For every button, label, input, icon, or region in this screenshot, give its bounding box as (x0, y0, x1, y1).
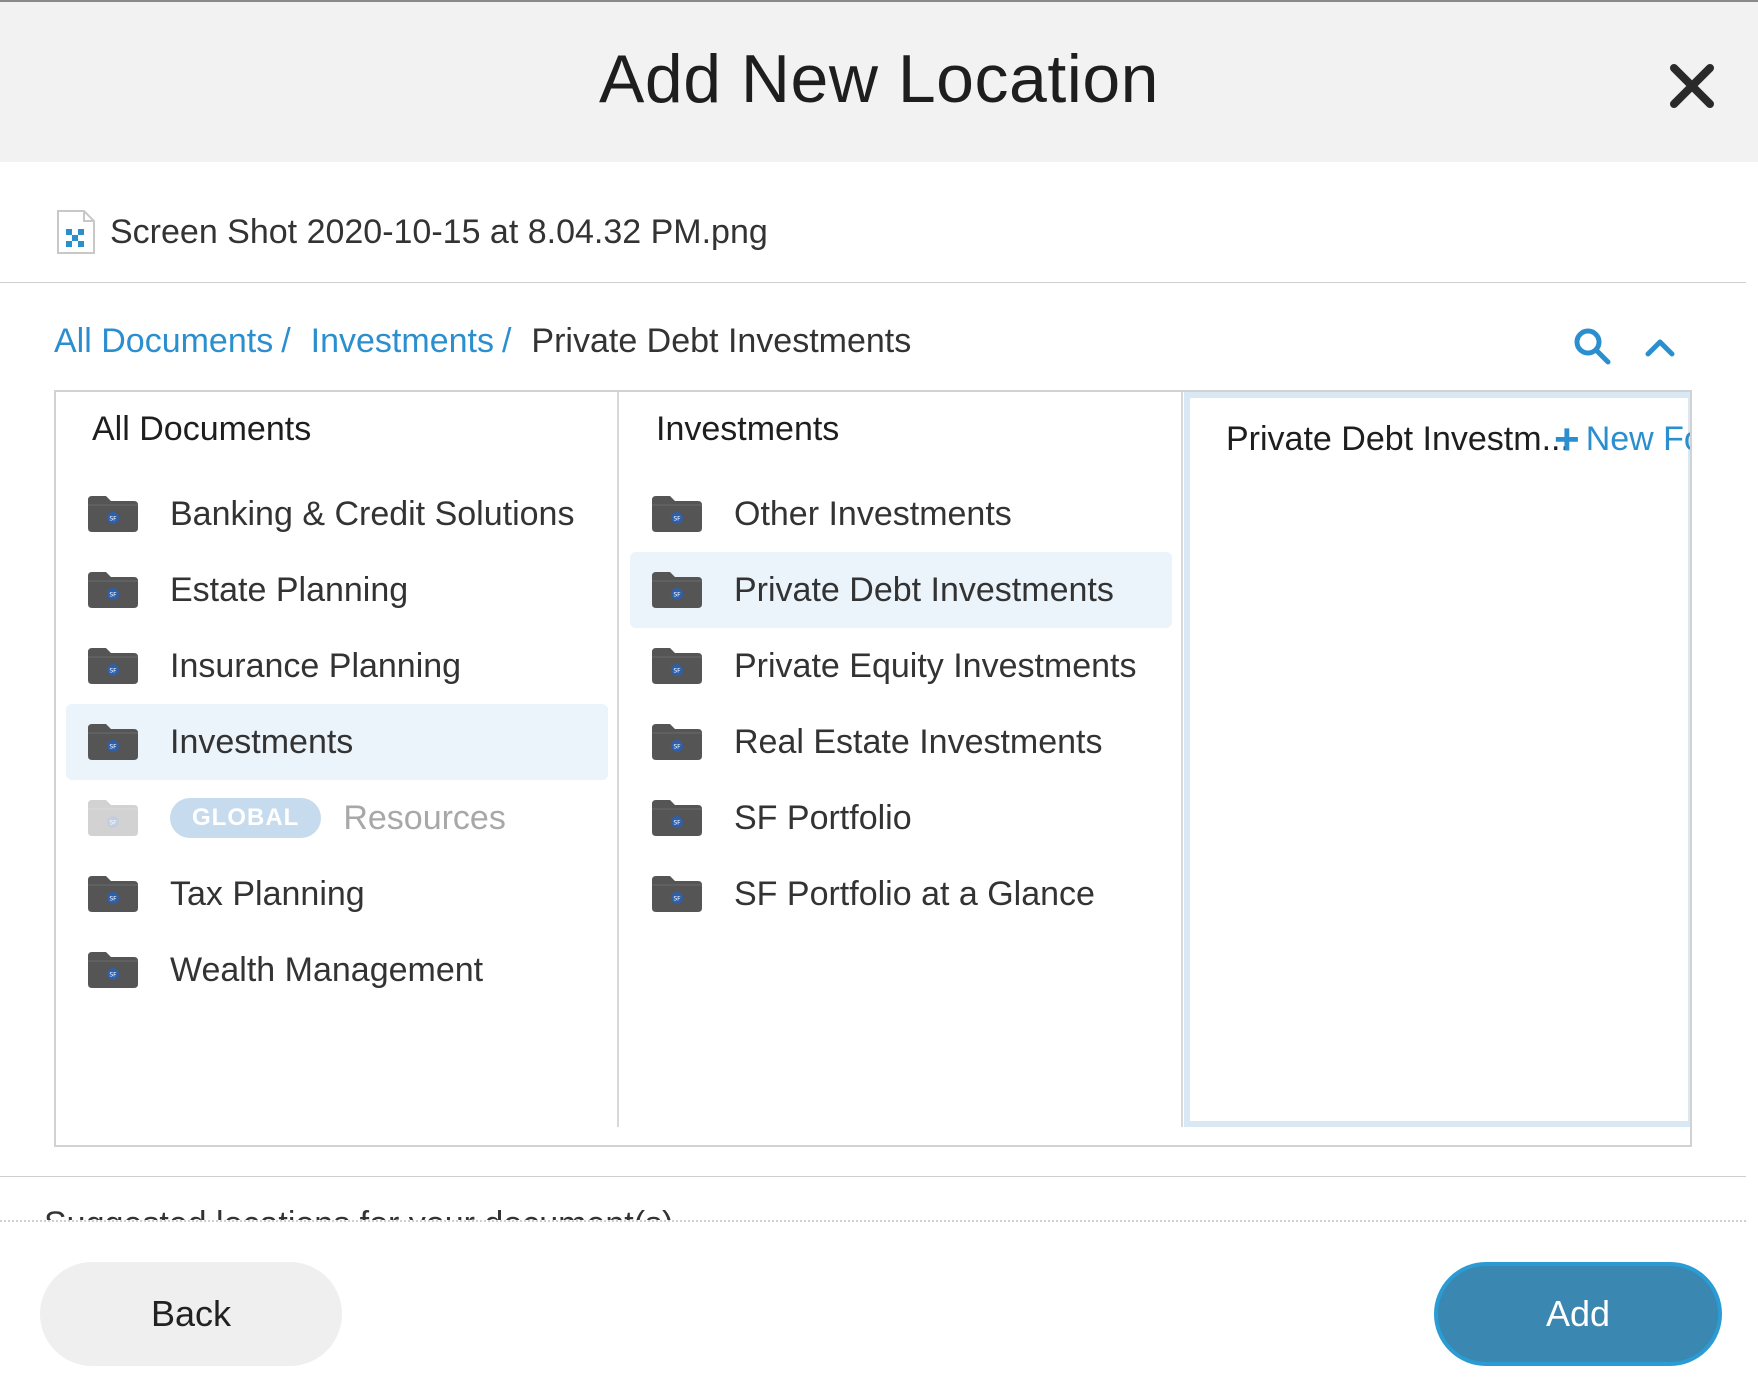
file-name: Screen Shot 2020-10-15 at 8.04.32 PM.png (110, 212, 768, 251)
column-header: All Documents (92, 410, 312, 448)
new-folder-label: New Fo (1585, 420, 1692, 458)
folder-icon: SF (652, 648, 702, 684)
file-row: Screen Shot 2020-10-15 at 8.04.32 PM.png (56, 208, 768, 256)
svg-text:SF: SF (109, 592, 117, 599)
breadcrumb-separator: / (501, 322, 512, 360)
svg-text:SF: SF (109, 972, 117, 979)
column-all-documents: All Documents SF Banking & Credit Soluti… (56, 392, 619, 1127)
dialog-title: Add New Location (599, 41, 1159, 117)
search-icon[interactable] (1572, 326, 1612, 366)
folder-label: Investments (170, 722, 354, 761)
folder-label: Wealth Management (170, 950, 484, 989)
dialog-header: Add New Location (0, 0, 1758, 162)
folder-row-wealth[interactable]: SF Wealth Management (66, 932, 608, 1008)
folder-label: Other Investments (734, 494, 1012, 533)
breadcrumb-all-documents[interactable]: All Documents (54, 322, 273, 361)
global-badge: GLOBAL (170, 798, 322, 838)
breadcrumb-investments[interactable]: Investments (311, 322, 494, 361)
folder-icon: SF (88, 876, 138, 912)
suggested-locations-heading: Suggested locations for your document(s) (44, 1200, 673, 1220)
folder-label: Banking & Credit Solutions (170, 494, 575, 533)
breadcrumb: All Documents / Investments / Private De… (54, 322, 911, 361)
close-icon[interactable] (1666, 60, 1718, 112)
folder-icon: SF (88, 800, 138, 836)
folder-row-sf-portfolio-glance[interactable]: SF SF Portfolio at a Glance (630, 856, 1172, 932)
svg-text:SF: SF (673, 744, 681, 751)
folder-row-sf-portfolio[interactable]: SF SF Portfolio (630, 780, 1172, 856)
divider (0, 282, 1746, 283)
svg-text:SF: SF (673, 592, 681, 599)
svg-text:SF: SF (109, 516, 117, 523)
column-investments: Investments SF Other Investments SF Priv… (620, 392, 1183, 1127)
folder-icon: SF (652, 572, 702, 608)
svg-text:SF: SF (109, 668, 117, 675)
chevron-up-icon[interactable] (1642, 328, 1678, 364)
svg-text:SF: SF (673, 820, 681, 827)
breadcrumb-separator: / (281, 322, 291, 360)
column-header: Investments (656, 410, 840, 448)
folder-row-real-estate[interactable]: SF Real Estate Investments (630, 704, 1172, 780)
image-file-icon (57, 210, 95, 254)
folder-row-tax[interactable]: SF Tax Planning (66, 856, 608, 932)
folder-browser: All Documents SF Banking & Credit Soluti… (54, 390, 1692, 1147)
folder-label: Insurance Planning (170, 646, 462, 685)
folder-icon: SF (652, 876, 702, 912)
folder-icon: SF (88, 648, 138, 684)
divider (0, 1176, 1746, 1177)
svg-text:SF: SF (673, 896, 681, 903)
folder-row-resources: SF GLOBAL Resources (66, 780, 608, 856)
folder-row-private-equity[interactable]: SF Private Equity Investments (630, 628, 1172, 704)
folder-icon: SF (88, 572, 138, 608)
new-folder-button[interactable]: + New Fo (1554, 414, 1692, 464)
svg-text:SF: SF (109, 744, 117, 751)
svg-text:SF: SF (109, 896, 117, 903)
plus-icon: + (1554, 414, 1580, 464)
breadcrumb-current: Private Debt Investments (531, 322, 912, 360)
folder-label: Private Equity Investments (734, 646, 1137, 685)
folder-icon: SF (88, 496, 138, 532)
svg-text:SF: SF (673, 668, 681, 675)
folder-label: Estate Planning (170, 570, 409, 609)
back-button[interactable]: Back (40, 1262, 342, 1366)
folder-row-investments[interactable]: SF Investments (66, 704, 608, 780)
folder-label: Resources (343, 798, 506, 837)
folder-row-banking[interactable]: SF Banking & Credit Solutions (66, 476, 608, 552)
folder-row-insurance[interactable]: SF Insurance Planning (66, 628, 608, 704)
folder-label: SF Portfolio (734, 798, 912, 837)
column-private-debt: Private Debt Investm... + New Fo (1184, 392, 1692, 1127)
folder-label: Real Estate Investments (734, 722, 1103, 761)
folder-icon: SF (88, 952, 138, 988)
folder-label: Tax Planning (170, 874, 365, 913)
folder-icon: SF (652, 800, 702, 836)
folder-label: Private Debt Investments (734, 570, 1114, 609)
folder-icon: SF (88, 724, 138, 760)
folder-row-other-investments[interactable]: SF Other Investments (630, 476, 1172, 552)
folder-icon: SF (652, 724, 702, 760)
folder-label: SF Portfolio at a Glance (734, 874, 1095, 913)
footer-divider (0, 1220, 1746, 1222)
folder-icon: SF (652, 496, 702, 532)
folder-row-estate[interactable]: SF Estate Planning (66, 552, 608, 628)
svg-text:SF: SF (109, 820, 117, 827)
column-header: Private Debt Investm... (1226, 420, 1570, 458)
add-button[interactable]: Add (1434, 1262, 1722, 1366)
folder-row-private-debt[interactable]: SF Private Debt Investments (630, 552, 1172, 628)
svg-text:SF: SF (673, 516, 681, 523)
